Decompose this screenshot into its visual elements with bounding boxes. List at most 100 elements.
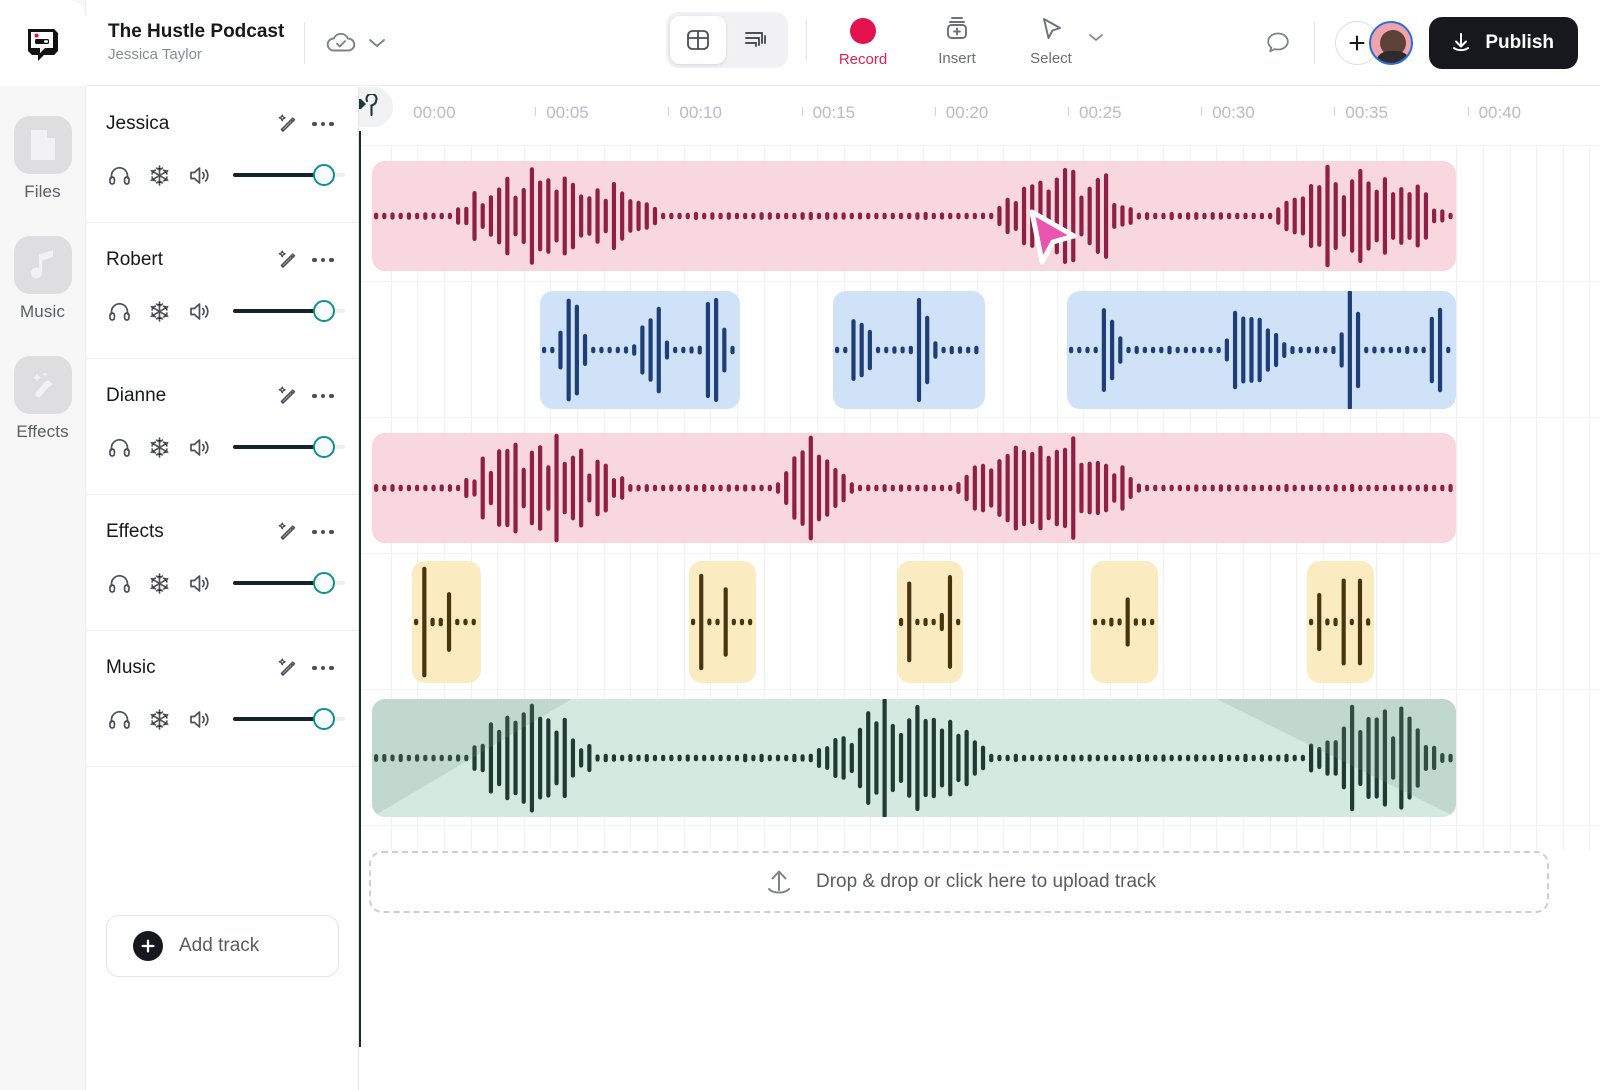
waveform [372, 433, 1456, 543]
slider-knob[interactable] [313, 708, 335, 730]
waveform-layers-icon [742, 26, 770, 54]
headphones-icon[interactable] [106, 705, 132, 733]
view-toggle-group [666, 12, 788, 68]
dropzone-label: Drop & drop or click here to upload trac… [816, 871, 1156, 893]
track-name: Effects [106, 521, 266, 543]
track-lane [359, 553, 1600, 689]
view-toggle-waveform[interactable] [728, 16, 784, 64]
audio-clip[interactable] [540, 291, 740, 409]
cloud-sync-status[interactable] [325, 30, 387, 56]
sidebar-item-music[interactable]: Music [14, 236, 72, 322]
speaker-icon[interactable] [187, 705, 213, 733]
magic-wand-icon[interactable] [272, 517, 302, 547]
project-owner: Jessica Taylor [108, 45, 284, 65]
headphones-icon[interactable] [106, 569, 132, 597]
snowflake-icon[interactable] [146, 161, 172, 189]
view-toggle-grid[interactable] [670, 16, 726, 64]
audio-clip[interactable] [372, 161, 1456, 271]
app-header: The Hustle Podcast Jessica Taylor [86, 0, 1600, 86]
speaker-icon[interactable] [187, 297, 213, 325]
sidebar-item-label: Files [24, 182, 60, 202]
waveform [897, 561, 964, 683]
download-icon [1449, 31, 1473, 55]
audio-clip[interactable] [833, 291, 985, 409]
snowflake-icon[interactable] [146, 433, 172, 461]
snowflake-icon[interactable] [146, 569, 172, 597]
record-dot-icon [850, 18, 876, 44]
magic-wand-icon[interactable] [272, 381, 302, 411]
audio-clip[interactable] [372, 699, 1456, 817]
more-options-icon[interactable] [308, 381, 338, 411]
slider-knob[interactable] [313, 572, 335, 594]
speaker-icon[interactable] [187, 433, 213, 461]
playhead[interactable] [359, 131, 361, 1047]
track-header[interactable]: Dianne [86, 359, 358, 495]
upload-dropzone[interactable]: Drop & drop or click here to upload trac… [369, 851, 1549, 913]
headphones-icon[interactable] [106, 297, 132, 325]
app-logo[interactable] [0, 0, 86, 86]
audio-clip[interactable] [372, 433, 1456, 543]
slider-fill [233, 309, 321, 313]
divider [1314, 22, 1315, 64]
magic-wand-icon[interactable] [272, 653, 302, 683]
speaker-icon[interactable] [187, 161, 213, 189]
track-header[interactable]: Effects [86, 495, 358, 631]
track-header[interactable]: Music [86, 631, 358, 767]
sidebar-item-effects[interactable]: Effects [14, 356, 72, 442]
audio-clip[interactable] [1307, 561, 1374, 683]
volume-slider[interactable] [233, 705, 338, 733]
divider [806, 20, 807, 60]
more-options-icon[interactable] [308, 517, 338, 547]
ruler-tick: 00:40 [1479, 103, 1522, 123]
more-options-icon[interactable] [308, 245, 338, 275]
slider-knob[interactable] [313, 300, 335, 322]
slider-knob[interactable] [313, 164, 335, 186]
magic-wand-icon[interactable] [272, 109, 302, 139]
snowflake-icon[interactable] [146, 705, 172, 733]
track-name: Dianne [106, 385, 266, 407]
more-options-icon[interactable] [308, 109, 338, 139]
volume-slider[interactable] [233, 433, 338, 461]
speaker-icon[interactable] [187, 569, 213, 597]
sidebar-item-files[interactable]: Files [14, 116, 72, 202]
headphones-icon[interactable] [106, 161, 132, 189]
slider-fill [233, 581, 321, 585]
audio-clip[interactable] [897, 561, 964, 683]
audio-clip[interactable] [1091, 561, 1158, 683]
more-options-icon[interactable] [308, 653, 338, 683]
ruler-tick: 00:05 [546, 103, 589, 123]
ruler-tick-label: 00:25 [1079, 103, 1122, 122]
plus-icon [1347, 33, 1367, 53]
magic-wand-icon[interactable] [272, 245, 302, 275]
headphones-icon[interactable] [106, 433, 132, 461]
waveform [540, 291, 740, 409]
track-name: Jessica [106, 113, 266, 135]
record-button[interactable]: Record [825, 13, 901, 68]
insert-button[interactable]: Insert [919, 14, 995, 67]
waveform [1091, 561, 1158, 683]
select-button[interactable]: Select [1013, 14, 1089, 67]
lane-separator [359, 825, 1600, 826]
snowflake-icon[interactable] [146, 297, 172, 325]
volume-slider[interactable] [233, 569, 338, 597]
track-header[interactable]: Robert [86, 223, 358, 359]
audio-clip[interactable] [412, 561, 481, 683]
volume-slider[interactable] [233, 161, 338, 189]
audio-clip[interactable] [1067, 291, 1456, 409]
timeline-ruler[interactable]: 00:0000:0500:1000:1500:2000:2500:3000:35… [359, 87, 1600, 145]
timeline[interactable]: 00:0000:0500:1000:1500:2000:2500:3000:35… [359, 87, 1600, 1090]
ruler-tick-label: 00:15 [813, 103, 856, 122]
volume-slider[interactable] [233, 297, 338, 325]
audio-clip[interactable] [689, 561, 756, 683]
grid-layout-icon [684, 26, 712, 54]
chevron-down-icon[interactable] [1087, 32, 1105, 43]
project-info: The Hustle Podcast Jessica Taylor [108, 20, 284, 64]
slider-knob[interactable] [313, 436, 335, 458]
add-track-button[interactable]: Add track [106, 915, 339, 977]
track-header[interactable]: Jessica [86, 87, 358, 223]
insert-plus-box-icon [941, 14, 973, 46]
comments-button[interactable] [1256, 21, 1300, 65]
publish-button[interactable]: Publish [1429, 17, 1578, 69]
add-track-label: Add track [179, 935, 259, 957]
avatar[interactable] [1369, 21, 1413, 65]
